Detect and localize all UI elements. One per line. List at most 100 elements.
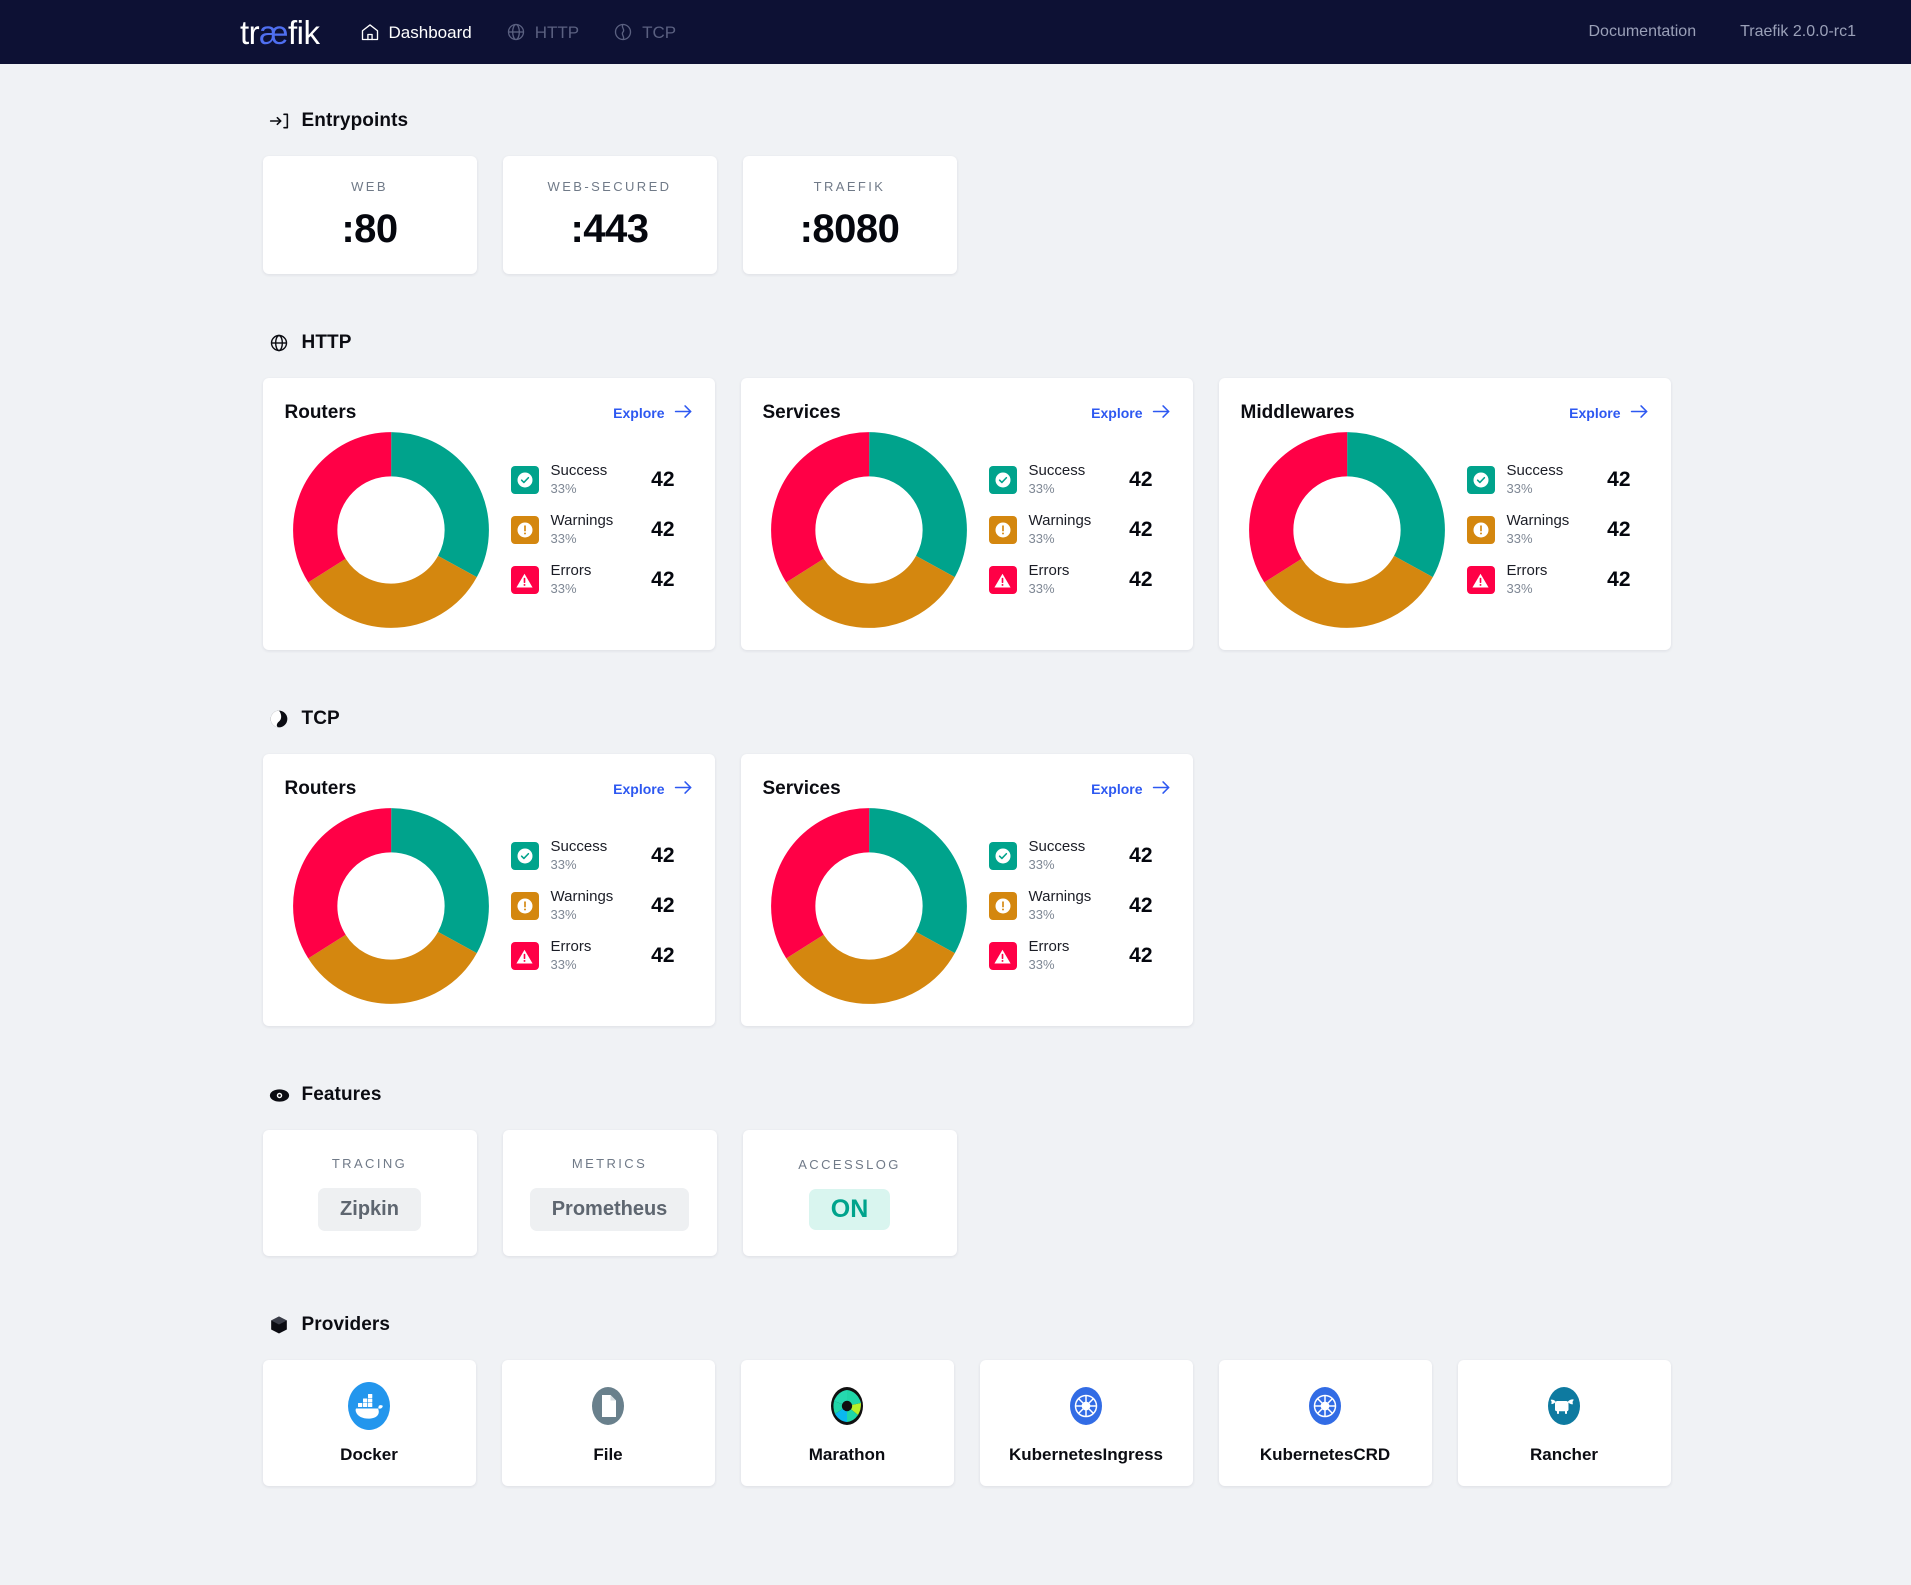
error-triangle-icon (1467, 566, 1495, 594)
marathon-icon (824, 1381, 870, 1431)
explore-link[interactable]: Explore (613, 404, 692, 422)
explore-label: Explore (1091, 781, 1142, 797)
features-row: TRACING Zipkin METRICS Prometheus ACCESS… (263, 1130, 1671, 1256)
legend-text: Errors 33% (551, 562, 652, 598)
entrypoint-card[interactable]: TRAEFIK :8080 (743, 156, 957, 274)
file-icon (585, 1381, 631, 1431)
error-triangle-icon (989, 566, 1017, 594)
card-header: Services Explore (763, 402, 1171, 424)
legend-text: Warnings 33% (1029, 512, 1130, 548)
nav-item-http-label: HTTP (535, 24, 579, 41)
providers-title: Providers (302, 1314, 391, 1336)
http-services-card: Services Explore (741, 378, 1193, 650)
legend-count: 42 (1607, 518, 1648, 542)
tcp-icon (613, 22, 633, 42)
legend-count: 42 (1129, 844, 1170, 868)
legend-percent: 33% (1029, 907, 1055, 922)
legend-count: 42 (651, 518, 692, 542)
provider-card-kubernetesingress[interactable]: KubernetesIngress (980, 1360, 1193, 1486)
card-body: Success 33% 42 Warnings 33% 42 (763, 806, 1171, 1006)
explore-link[interactable]: Explore (1091, 780, 1170, 798)
http-title: HTTP (302, 332, 352, 354)
warning-exclamation-icon (1467, 516, 1495, 544)
explore-link[interactable]: Explore (1569, 404, 1648, 422)
logo-prefix: tr (240, 14, 259, 51)
provider-card-rancher[interactable]: Rancher (1458, 1360, 1671, 1486)
rancher-icon (1541, 1381, 1587, 1431)
legend-label: Errors (1507, 562, 1548, 579)
nav-items: Dashboard HTTP TCP (360, 22, 677, 42)
feature-card-accesslog: ACCESSLOG ON (743, 1130, 957, 1256)
card-title: Services (763, 778, 841, 800)
tcp-services-card: Services Explore (741, 754, 1193, 1026)
legend-label: Errors (1029, 562, 1070, 579)
feature-value-badge: Zipkin (318, 1188, 421, 1231)
entrypoint-port: :80 (341, 207, 397, 252)
entrypoint-port: :8080 (800, 207, 900, 252)
kubernetes-icon (1063, 1381, 1109, 1431)
logo-suffix: fik (288, 14, 320, 51)
page-body: Entrypoints WEB :80 WEB-SECURED :443 TRA… (0, 64, 1911, 1526)
legend-count: 42 (1129, 518, 1170, 542)
features-section-header: Features (269, 1084, 1671, 1106)
legend-percent: 33% (551, 957, 577, 972)
error-triangle-icon (511, 566, 539, 594)
legend-row-warnings: Warnings 33% 42 (511, 881, 693, 931)
status-donut-chart (769, 430, 969, 630)
legend-label: Warnings (551, 888, 614, 905)
legend-row-errors: Errors 33% 42 (1467, 555, 1649, 605)
card-body: Success 33% 42 Warnings 33% 42 (285, 430, 693, 630)
card-body: Success 33% 42 Warnings 33% 42 (1241, 430, 1649, 630)
explore-label: Explore (1091, 405, 1142, 421)
provider-card-marathon[interactable]: Marathon (741, 1360, 954, 1486)
legend-count: 42 (651, 844, 692, 868)
provider-card-file[interactable]: File (502, 1360, 715, 1486)
kubernetes-icon (1302, 1381, 1348, 1431)
arrow-right-icon (1152, 780, 1171, 798)
legend-percent: 33% (1507, 531, 1533, 546)
legend-percent: 33% (1507, 581, 1533, 596)
legend-label: Success (1029, 462, 1086, 479)
version-label: Traefik 2.0.0-rc1 (1740, 23, 1856, 41)
box-icon (269, 1315, 291, 1335)
feature-card-tracing: TRACING Zipkin (263, 1130, 477, 1256)
entrypoint-name: WEB-SECURED (548, 179, 672, 194)
feature-value-badge: ON (809, 1189, 891, 1230)
feature-name: ACCESSLOG (798, 1157, 901, 1172)
entrypoint-name: TRAEFIK (814, 179, 886, 194)
legend-text: Success 33% (1029, 838, 1130, 874)
legend-row-warnings: Warnings 33% 42 (989, 505, 1171, 555)
card-header: Routers Explore (285, 402, 693, 424)
entrypoint-card[interactable]: WEB :80 (263, 156, 477, 274)
home-icon (360, 22, 380, 42)
traefik-logo[interactable]: træfik (240, 16, 320, 49)
legend-row-success: Success 33% 42 (1467, 455, 1649, 505)
success-check-icon (511, 466, 539, 494)
legend-row-errors: Errors 33% 42 (511, 931, 693, 981)
warning-exclamation-icon (511, 516, 539, 544)
nav-item-dashboard[interactable]: Dashboard (360, 22, 472, 42)
legend-row-success: Success 33% 42 (511, 455, 693, 505)
nav-item-tcp[interactable]: TCP (613, 22, 676, 42)
explore-link[interactable]: Explore (1091, 404, 1170, 422)
legend-row-success: Success 33% 42 (511, 831, 693, 881)
success-check-icon (511, 842, 539, 870)
entrypoint-card[interactable]: WEB-SECURED :443 (503, 156, 717, 274)
card-header: Services Explore (763, 778, 1171, 800)
legend-row-errors: Errors 33% 42 (989, 931, 1171, 981)
documentation-link[interactable]: Documentation (1588, 23, 1696, 41)
legend-percent: 33% (1029, 957, 1055, 972)
features-title: Features (302, 1084, 382, 1106)
legend-count: 42 (1129, 468, 1170, 492)
provider-card-docker[interactable]: Docker (263, 1360, 476, 1486)
legend-percent: 33% (1029, 481, 1055, 496)
legend-percent: 33% (1029, 531, 1055, 546)
nav-item-http[interactable]: HTTP (506, 22, 579, 42)
explore-link[interactable]: Explore (613, 780, 692, 798)
legend-label: Warnings (1029, 888, 1092, 905)
legend-text: Errors 33% (551, 938, 652, 974)
eye-icon (269, 1085, 291, 1106)
status-legend: Success 33% 42 Warnings 33% 42 (969, 831, 1171, 981)
warning-exclamation-icon (989, 892, 1017, 920)
provider-card-kubernetescrd[interactable]: KubernetesCRD (1219, 1360, 1432, 1486)
